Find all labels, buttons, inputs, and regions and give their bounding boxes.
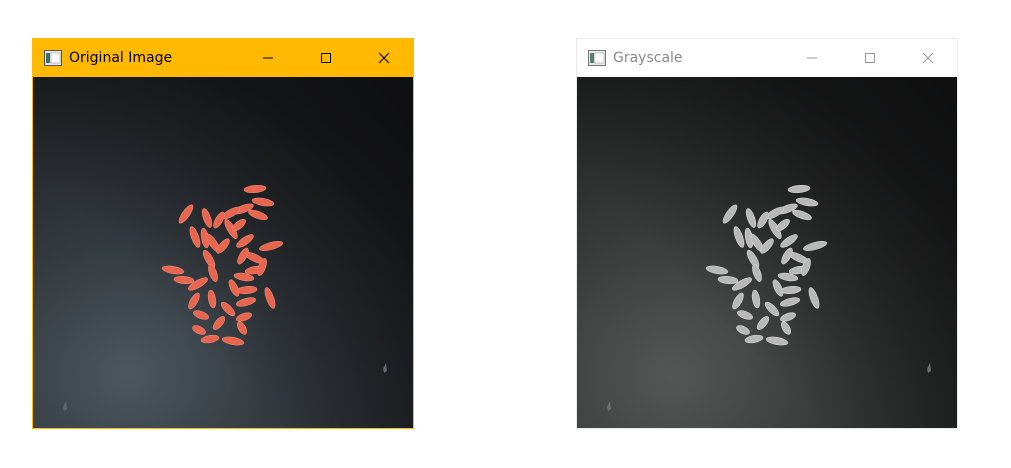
close-icon: [378, 52, 390, 64]
close-icon: [922, 52, 934, 64]
close-button[interactable]: [899, 39, 957, 77]
maximize-icon: [321, 53, 331, 63]
minimize-button[interactable]: [239, 39, 297, 77]
original-image-titlebar[interactable]: Original Image: [33, 39, 413, 77]
app-window-icon: [43, 48, 63, 68]
shadow-overlay: [33, 77, 413, 428]
rice-grains-image: [33, 77, 413, 428]
rice-grains-grayscale-image: [577, 77, 957, 428]
minimize-button[interactable]: [783, 39, 841, 77]
app-window-icon: [587, 48, 607, 68]
window-title: Grayscale: [613, 50, 683, 66]
minimize-icon: [807, 57, 817, 59]
maximize-button[interactable]: [841, 39, 899, 77]
image-canvas: [577, 77, 957, 428]
maximize-icon: [865, 53, 875, 63]
window-title: Original Image: [69, 50, 173, 66]
maximize-button[interactable]: [297, 39, 355, 77]
grayscale-titlebar[interactable]: Grayscale: [577, 39, 957, 77]
close-button[interactable]: [355, 39, 413, 77]
image-canvas: [33, 77, 413, 428]
original-image-window[interactable]: Original Image: [32, 38, 414, 429]
grayscale-window[interactable]: Grayscale: [576, 38, 958, 429]
minimize-icon: [263, 57, 273, 59]
shadow-overlay: [577, 77, 957, 428]
